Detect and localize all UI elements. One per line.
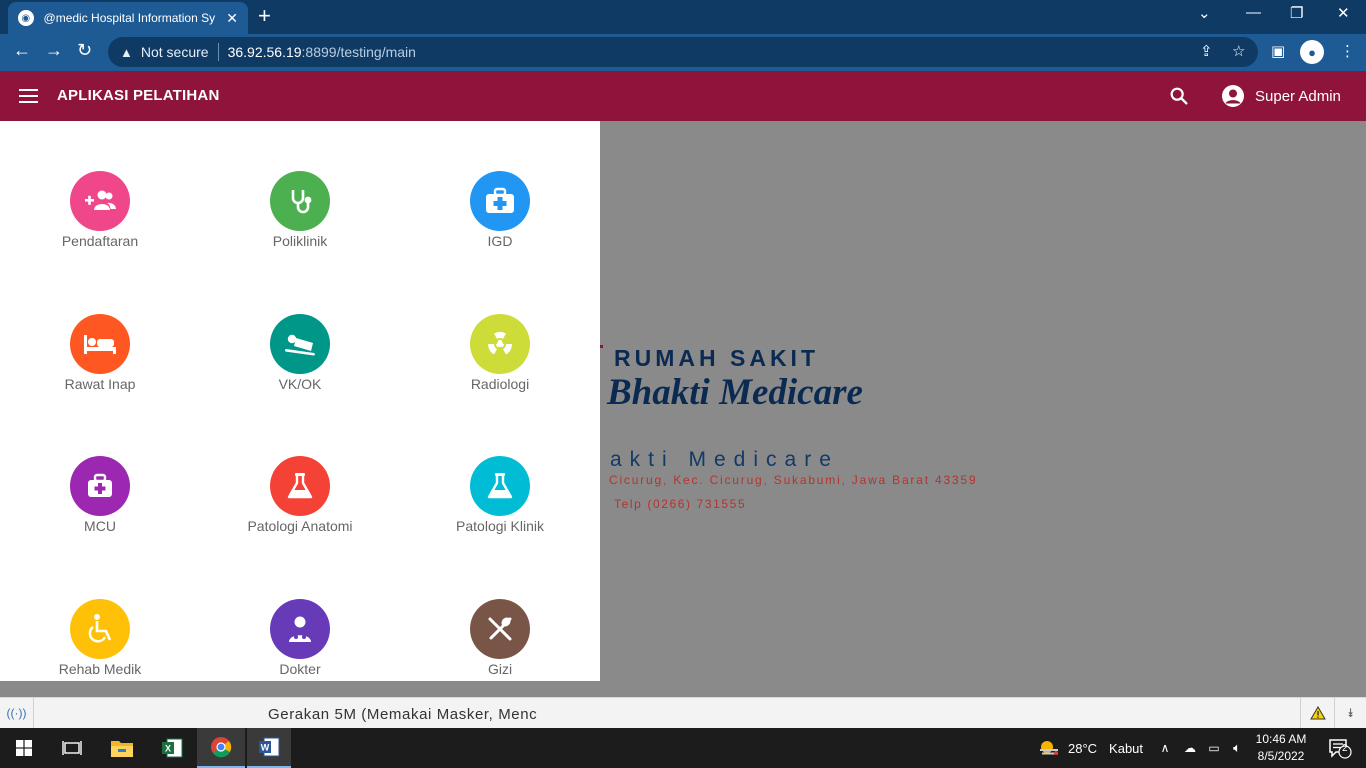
app-title: APLIKASI PELATIHAN xyxy=(57,87,220,104)
chevron-down-icon[interactable]: ⌄ xyxy=(1198,4,1211,22)
chevron-up-icon[interactable]: ∧ xyxy=(1156,728,1174,768)
side-panel-icon[interactable]: ▣ xyxy=(1271,42,1285,60)
excel-icon[interactable]: X xyxy=(148,728,196,768)
minimize-button[interactable]: — xyxy=(1246,4,1261,21)
bed-icon xyxy=(70,314,130,374)
restore-button[interactable]: ❐ xyxy=(1290,4,1303,22)
close-window-button[interactable]: ✕ xyxy=(1337,4,1350,22)
chrome-icon[interactable] xyxy=(197,728,245,768)
menu-item-patologi-klinik[interactable]: Patologi Klinik xyxy=(400,456,600,534)
warning-icon: ▲ xyxy=(120,44,133,60)
menu-item-dokter[interactable]: Dokter xyxy=(200,599,400,677)
menu-item-label: Patologi Klinik xyxy=(456,518,544,534)
radiation-icon xyxy=(470,314,530,374)
menu-item-gizi[interactable]: Gizi xyxy=(400,599,600,677)
app-header: APLIKASI PELATIHAN Super Admin xyxy=(0,71,1366,121)
menu-item-label: Gizi xyxy=(487,661,513,677)
user-name[interactable]: Super Admin xyxy=(1255,88,1341,105)
tab-title: @medic Hospital Information Sy xyxy=(43,11,216,25)
url-host: 36.92.56.19 xyxy=(227,44,302,60)
stethoscope-icon xyxy=(270,171,330,231)
windows-start-icon[interactable] xyxy=(0,728,48,768)
menu-item-rehab-medik[interactable]: Rehab Medik xyxy=(0,599,200,677)
svg-text:X: X xyxy=(165,744,171,754)
weather-fog-icon xyxy=(1040,741,1058,755)
speaker-icon[interactable]: 🔈︎ xyxy=(1227,728,1247,768)
back-button[interactable]: ← xyxy=(13,40,31,61)
svg-text:W: W xyxy=(261,743,270,753)
weather-temp: 28°C xyxy=(1068,740,1098,756)
windows-taskbar: X W 28°C Kabut ∧ ☁ ▭ 🔈︎ 10:46 AM 8/5/202… xyxy=(0,728,1366,768)
menu-item-label: MCU xyxy=(84,518,116,534)
patient-lying-icon xyxy=(270,314,330,374)
brand-heading: RUMAH SAKIT xyxy=(614,345,819,371)
menu-item-igd[interactable]: IGD xyxy=(400,171,600,249)
share-icon[interactable]: ⇪ xyxy=(1200,42,1213,60)
menu-item-label: Poliklinik xyxy=(272,233,328,249)
flask-icon xyxy=(270,456,330,516)
hamburger-menu-icon[interactable] xyxy=(19,89,38,103)
weather-desc: Kabut xyxy=(1109,740,1144,756)
medical-bag-icon xyxy=(70,456,130,516)
wheelchair-icon xyxy=(70,599,130,659)
ticker-text: Gerakan 5M (Memakai Masker, Menc xyxy=(268,706,538,723)
menu-item-label: Radiologi xyxy=(470,376,530,392)
menu-item-label: Dokter xyxy=(279,661,321,677)
system-clock[interactable]: 10:46 AM 8/5/2022 xyxy=(1248,731,1314,767)
browser-toolbar: ← → ↻ ▲ Not secure 36.92.56.19 :8899/tes… xyxy=(0,34,1366,70)
file-explorer-icon[interactable] xyxy=(98,728,146,768)
browser-tab[interactable]: ◉ @medic Hospital Information Sy ✕ xyxy=(8,2,248,34)
reload-button[interactable]: ↻ xyxy=(77,40,92,61)
menu-item-radiologi[interactable]: Radiologi xyxy=(400,314,600,392)
clock-time: 10:46 AM xyxy=(1255,732,1307,746)
brand-subtitle: akti Medicare xyxy=(610,448,839,471)
globe-icon: ◉ xyxy=(18,10,34,26)
tab-close-icon[interactable]: ✕ xyxy=(226,10,238,27)
menu-item-patologi-anatomi[interactable]: Patologi Anatomi xyxy=(200,456,400,534)
browser-tab-strip: ◉ @medic Hospital Information Sy ✕ + ⌄ —… xyxy=(0,0,1366,34)
address-bar[interactable]: ▲ Not secure 36.92.56.19 :8899/testing/m… xyxy=(108,37,1258,67)
account-circle-icon[interactable] xyxy=(1222,85,1244,107)
word-icon[interactable]: W xyxy=(247,728,291,768)
doctor-icon xyxy=(270,599,330,659)
notification-center-icon[interactable]: 2 xyxy=(1320,728,1360,768)
brand-name: Bhakti Medicare xyxy=(607,372,863,413)
menu-kebab-icon[interactable]: ⋮ xyxy=(1340,42,1355,60)
first-aid-kit-icon xyxy=(470,171,530,231)
flask-icon xyxy=(470,456,530,516)
menu-item-pendaftaran[interactable]: Pendaftaran xyxy=(0,171,200,249)
broadcast-icon: ((·)) xyxy=(0,698,34,728)
task-view-icon[interactable] xyxy=(48,728,96,768)
bookmark-star-icon[interactable]: ☆ xyxy=(1232,42,1245,60)
menu-item-label: Rehab Medik xyxy=(58,661,142,677)
brand-phone: Telp (0266) 731555 xyxy=(614,497,747,511)
menu-item-poliklinik[interactable]: Poliklinik xyxy=(200,171,400,249)
module-menu-panel: Pendaftaran Poliklinik IGD Rawat Inap VK… xyxy=(0,121,600,681)
battery-icon[interactable]: ▭ xyxy=(1204,728,1224,768)
menu-item-label: Rawat Inap xyxy=(64,376,136,392)
forward-button[interactable]: → xyxy=(45,40,63,61)
menu-item-label: Pendaftaran xyxy=(61,233,139,249)
menu-item-mcu[interactable]: MCU xyxy=(0,456,200,534)
brand-address: Cicurug, Kec. Cicurug, Sukabumi, Jawa Ba… xyxy=(609,473,978,487)
menu-item-rawat-inap[interactable]: Rawat Inap xyxy=(0,314,200,392)
new-tab-button[interactable]: + xyxy=(258,4,271,28)
menu-item-label: VK/OK xyxy=(278,376,322,392)
search-icon[interactable] xyxy=(1168,85,1190,107)
security-label: Not secure xyxy=(140,44,209,60)
chevron-down-icon[interactable]: ⯯ xyxy=(1334,698,1366,728)
warning-icon[interactable] xyxy=(1300,698,1334,728)
clock-date: 8/5/2022 xyxy=(1257,749,1305,763)
notification-count: 2 xyxy=(1342,743,1348,754)
menu-item-label: IGD xyxy=(487,233,513,249)
news-ticker: ((·)) Gerakan 5M (Memakai Masker, Menc ⯯ xyxy=(0,697,1366,728)
add-users-icon xyxy=(70,171,130,231)
profile-avatar[interactable]: ● xyxy=(1300,40,1324,64)
cloud-offline-icon[interactable]: ☁ xyxy=(1180,728,1200,768)
menu-item-label: Patologi Anatomi xyxy=(247,518,353,534)
menu-item-vk-ok[interactable]: VK/OK xyxy=(200,314,400,392)
weather-widget[interactable]: 28°C Kabut xyxy=(1038,728,1148,768)
utensils-icon xyxy=(470,599,530,659)
url-path: :8899/testing/main xyxy=(301,44,416,60)
